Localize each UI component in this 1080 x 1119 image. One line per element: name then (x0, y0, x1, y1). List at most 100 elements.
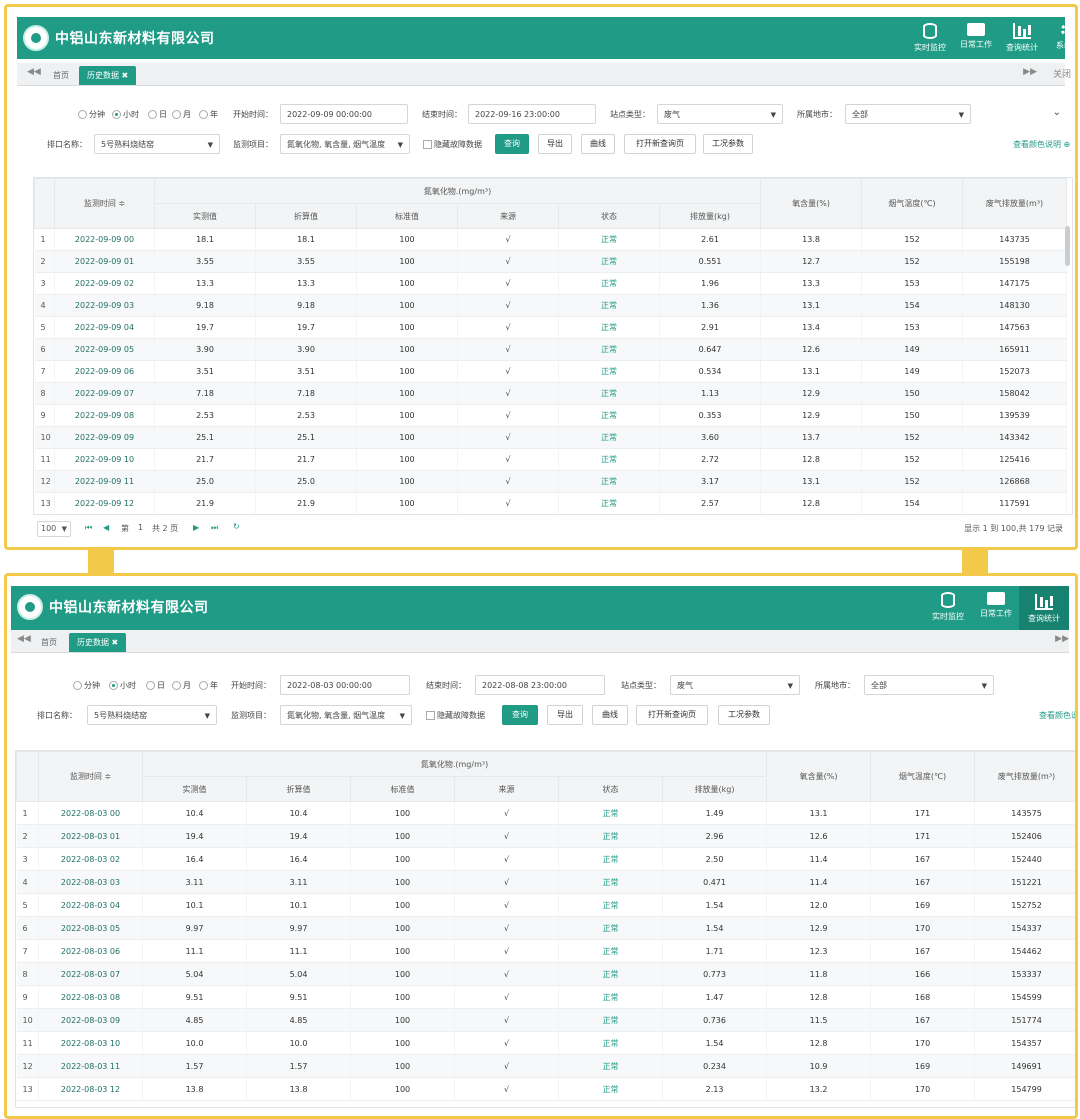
tab-history[interactable]: 历史数据 ✖ (79, 66, 137, 85)
table-row[interactable]: 12 2022-08-03 11 1.57 1.57 100 √ 正常 0.234 10.9 16… (16, 1054, 1075, 1078)
table-row[interactable]: 13 2022-08-03 12 13.8 13.8 100 √ 正常 2.13 13.2 170… (16, 1077, 1075, 1101)
table-row[interactable]: 7 2022-08-03 06 11.1 11.1 100 √ 正常 1.71 12.3 167 1… (16, 939, 1075, 963)
period-year[interactable]: 年 (199, 109, 218, 120)
tab-scroll-left-icon[interactable]: ◀◀ (17, 634, 31, 644)
time-column-header[interactable]: 监测时间 ≑ (38, 751, 143, 802)
tab-close-icon[interactable]: ✖ (122, 71, 129, 80)
table-cell: 2022-08-03 12 (38, 1077, 143, 1101)
period-minute[interactable]: 分钟 (78, 109, 105, 120)
work-params-button[interactable]: 工况参数 (718, 705, 770, 725)
query-button[interactable]: 查询 (495, 134, 529, 154)
end-time-input[interactable]: 2022-08-08 23:00:00 (475, 675, 605, 695)
table-row[interactable]: 4 2022-09-09 03 9.18 9.18 100 √ 正常 1.36 13.1 154 1… (34, 294, 1068, 317)
tab-scroll-left-icon[interactable]: ◀◀ (27, 67, 41, 77)
curve-button[interactable]: 曲线 (592, 705, 628, 725)
curve-button[interactable]: 曲线 (581, 134, 615, 154)
start-time-input[interactable]: 2022-08-03 00:00:00 (280, 675, 410, 695)
table-row[interactable]: 3 2022-08-03 02 16.4 16.4 100 √ 正常 2.50 11.4 167 1… (16, 847, 1075, 871)
table-row[interactable]: 12 2022-09-09 11 25.0 25.0 100 √ 正常 3.17 13.1 152… (34, 470, 1068, 493)
page-number-input[interactable]: 1 (138, 523, 143, 532)
table-row[interactable]: 4 2022-08-03 03 3.11 3.11 100 √ 正常 0.471 11.4 167… (16, 870, 1075, 894)
tab-close-icon[interactable]: ✖ (112, 638, 119, 647)
outlet-select[interactable]: 5号熟料烧结窑 ▼ (87, 705, 217, 725)
export-button[interactable]: 导出 (538, 134, 572, 154)
table-row[interactable]: 3 2022-09-09 02 13.3 13.3 100 √ 正常 1.96 13.3 153 1… (34, 272, 1068, 295)
period-year[interactable]: 年 (199, 680, 218, 691)
prev-page-icon[interactable]: ◀ (103, 523, 109, 532)
table-row[interactable]: 10 2022-08-03 09 4.85 4.85 100 √ 正常 0.736 11.5 16… (16, 1008, 1075, 1032)
table-row[interactable]: 6 2022-09-09 05 3.90 3.90 100 √ 正常 0.647 12.6 149… (34, 338, 1068, 361)
nav-system[interactable]: 系统管 (1045, 19, 1075, 59)
tab-home[interactable]: 首页 (33, 633, 65, 652)
table-row[interactable]: 9 2022-09-09 08 2.53 2.53 100 √ 正常 0.353 12.9 150… (34, 404, 1068, 427)
nav-query-stats[interactable]: 查询统计 (1019, 586, 1069, 630)
table-cell: 11.4 (766, 847, 872, 871)
table-row[interactable]: 1 2022-09-09 00 18.1 18.1 100 √ 正常 2.61 13.8 152 1… (34, 228, 1068, 251)
query-button[interactable]: 查询 (502, 705, 538, 725)
hide-fault-checkbox[interactable]: 隐藏故障数据 (423, 139, 482, 150)
period-day[interactable]: 日 (146, 680, 165, 691)
table-cell: 2022-09-09 09 (54, 426, 155, 449)
refresh-icon[interactable]: ↻ (233, 522, 240, 531)
chevron-down-icon: ▼ (981, 682, 987, 690)
table-row[interactable]: 2 2022-08-03 01 19.4 19.4 100 √ 正常 2.96 12.6 171 1… (16, 824, 1075, 848)
city-select[interactable]: 全部 ▼ (864, 675, 994, 695)
site-type-select[interactable]: 废气 ▼ (670, 675, 800, 695)
table-cell: 100 (356, 448, 458, 471)
nav-daily-work[interactable]: 日常工作 (953, 19, 999, 59)
tab-scroll-right-icon[interactable]: ▶▶ (1023, 67, 1037, 77)
end-time-input[interactable]: 2022-09-16 23:00:00 (468, 104, 596, 124)
period-month[interactable]: 月 (172, 109, 191, 120)
table-cell: 6 (34, 338, 55, 361)
table-row[interactable]: 2 2022-09-09 01 3.55 3.55 100 √ 正常 0.551 12.7 152… (34, 250, 1068, 273)
item-select[interactable]: 氮氧化物, 氧含量, 烟气温度 ▼ (280, 134, 410, 154)
export-button[interactable]: 导出 (547, 705, 583, 725)
table-row[interactable]: 13 2022-09-09 12 21.9 21.9 100 √ 正常 2.57 12.8 154… (34, 492, 1068, 514)
table-cell: 2022-08-03 05 (38, 916, 143, 940)
table-row[interactable]: 11 2022-08-03 10 10.0 10.0 100 √ 正常 1.54 12.8 170… (16, 1031, 1075, 1055)
tab-close-all[interactable]: 关闭 (1053, 67, 1071, 80)
open-new-query-button[interactable]: 打开新查询页 (624, 134, 696, 154)
table-row[interactable]: 11 2022-09-09 10 21.7 21.7 100 √ 正常 2.72 12.8 152… (34, 448, 1068, 471)
table-cell: 7 (34, 360, 55, 383)
table-cell: 0.534 (659, 360, 762, 383)
table-row[interactable]: 5 2022-09-09 04 19.7 19.7 100 √ 正常 2.91 13.4 153 1… (34, 316, 1068, 339)
hide-fault-checkbox[interactable]: 隐藏故障数据 (426, 710, 485, 721)
time-column-header[interactable]: 监测时间 ≑ (54, 178, 155, 229)
color-legend-link[interactable]: 查看颜色说明 ⊕ (1013, 139, 1070, 150)
period-month[interactable]: 月 (172, 680, 191, 691)
color-legend-link[interactable]: 查看颜色说明 (1039, 710, 1075, 721)
table-row[interactable]: 8 2022-08-03 07 5.04 5.04 100 √ 正常 0.773 11.8 166… (16, 962, 1075, 986)
first-page-icon[interactable]: ⏮ (85, 523, 92, 533)
period-hour[interactable]: 小时 (109, 680, 136, 691)
item-select[interactable]: 氮氧化物, 氧含量, 烟气温度 ▼ (280, 705, 412, 725)
table-row[interactable]: 9 2022-08-03 08 9.51 9.51 100 √ 正常 1.47 12.8 168 1… (16, 985, 1075, 1009)
period-day[interactable]: 日 (148, 109, 167, 120)
table-row[interactable]: 8 2022-09-09 07 7.18 7.18 100 √ 正常 1.13 12.9 150 1… (34, 382, 1068, 405)
open-new-query-button[interactable]: 打开新查询页 (636, 705, 708, 725)
expand-filters-icon[interactable]: ⌄ (1053, 107, 1061, 118)
page-size-select[interactable]: 100 ▼ (37, 521, 71, 537)
table-row[interactable]: 7 2022-09-09 06 3.51 3.51 100 √ 正常 0.534 13.1 149… (34, 360, 1068, 383)
table-row[interactable]: 6 2022-08-03 05 9.97 9.97 100 √ 正常 1.54 12.9 170 1… (16, 916, 1075, 940)
nav-realtime[interactable]: 实时监控 (925, 588, 971, 628)
tab-scroll-right-icon[interactable]: ▶▶ (1055, 634, 1069, 644)
last-page-icon[interactable]: ⏭ (211, 523, 218, 533)
period-minute[interactable]: 分钟 (73, 680, 100, 691)
vertical-scrollbar[interactable] (1065, 226, 1070, 266)
nav-query-stats[interactable]: 查询统计 (999, 19, 1045, 59)
outlet-select[interactable]: 5号熟料烧结窑 ▼ (94, 134, 220, 154)
tab-history[interactable]: 历史数据 ✖ (69, 633, 127, 652)
period-hour[interactable]: 小时 (112, 109, 139, 120)
nav-daily-work[interactable]: 日常工作 (973, 588, 1019, 628)
table-row[interactable]: 5 2022-08-03 04 10.1 10.1 100 √ 正常 1.54 12.0 169 1… (16, 893, 1075, 917)
start-time-input[interactable]: 2022-09-09 00:00:00 (280, 104, 408, 124)
next-page-icon[interactable]: ▶ (193, 523, 199, 532)
table-row[interactable]: 10 2022-09-09 09 25.1 25.1 100 √ 正常 3.60 13.7 152… (34, 426, 1068, 449)
city-select[interactable]: 全部 ▼ (845, 104, 971, 124)
table-row[interactable]: 1 2022-08-03 00 10.4 10.4 100 √ 正常 1.49 13.1 171 1… (16, 801, 1075, 825)
site-type-select[interactable]: 废气 ▼ (657, 104, 783, 124)
nav-realtime[interactable]: 实时监控 (907, 19, 953, 59)
work-params-button[interactable]: 工况参数 (703, 134, 753, 154)
tab-home[interactable]: 首页 (45, 66, 77, 85)
